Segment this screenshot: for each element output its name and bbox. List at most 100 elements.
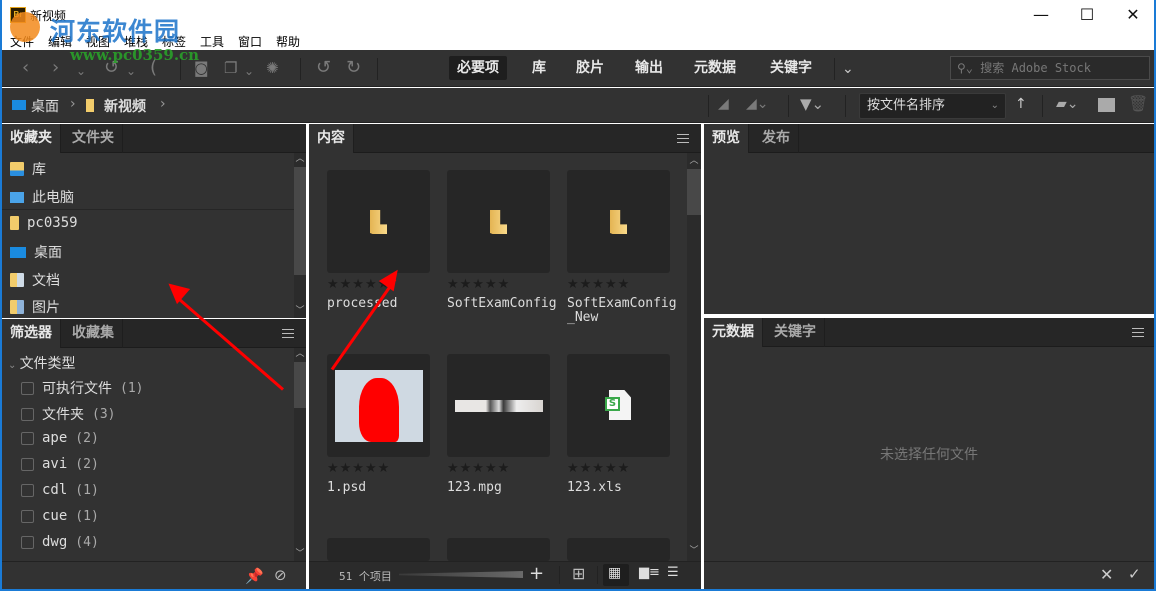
breadcrumb-separator-icon[interactable]: › xyxy=(160,96,166,112)
filter-scrollbar[interactable]: ︿ ﹀ xyxy=(294,348,306,561)
rotate-left-icon[interactable]: ↺ xyxy=(316,58,331,78)
thumbnail-partial[interactable] xyxy=(447,538,550,561)
zoom-in-icon[interactable]: + xyxy=(529,563,544,584)
scroll-thumb[interactable] xyxy=(294,167,306,275)
favorite-item-pc0359[interactable]: pc0359 xyxy=(10,215,78,231)
tab-metadata[interactable]: 元数据 xyxy=(704,318,763,347)
scroll-up-icon[interactable]: ︿ xyxy=(294,348,306,360)
scroll-thumb[interactable] xyxy=(687,169,701,215)
scroll-down-icon[interactable]: ﹀ xyxy=(294,305,306,317)
trash-icon[interactable]: 🗑 xyxy=(1128,94,1148,114)
tab-publish[interactable]: 发布 xyxy=(754,124,799,153)
filter-row[interactable]: 文件夹 (3) xyxy=(21,404,115,424)
recent-dropdown-icon[interactable]: ⌄ xyxy=(76,61,86,81)
sort-ascending-icon[interactable]: ↑ xyxy=(1015,94,1027,114)
checkbox[interactable] xyxy=(21,381,34,395)
tab-preview[interactable]: 预览 xyxy=(704,124,749,153)
checkbox[interactable] xyxy=(21,483,34,497)
rating-stars[interactable]: ★★★★★ xyxy=(327,461,390,476)
apply-icon[interactable]: ✓ xyxy=(1128,565,1141,583)
minimize-button[interactable]: — xyxy=(1018,0,1064,30)
workspace-tab-keywords[interactable]: 关键字 xyxy=(762,56,820,80)
close-window-button[interactable]: ✕ xyxy=(1110,0,1156,30)
thumbnail-size-slider[interactable] xyxy=(399,571,523,578)
filter-row[interactable]: cue (1) xyxy=(21,508,99,524)
thumbnail-folder[interactable] xyxy=(567,170,670,273)
tab-folders[interactable]: 文件夹 xyxy=(64,124,123,153)
checkbox[interactable] xyxy=(21,535,34,549)
breadcrumb-current-folder[interactable]: 新视频 xyxy=(104,96,146,116)
rotate-right-icon[interactable]: ↻ xyxy=(346,58,361,78)
rating-stars[interactable]: ★★★★★ xyxy=(447,277,510,292)
scroll-up-icon[interactable]: ︿ xyxy=(294,153,306,165)
checkbox[interactable] xyxy=(21,407,34,421)
cancel-icon[interactable]: ✕ xyxy=(1100,565,1113,584)
favorite-item-library[interactable]: 库 xyxy=(10,159,46,179)
back-icon[interactable]: ‹ xyxy=(22,58,29,78)
menu-window[interactable]: 窗口 xyxy=(238,33,262,50)
thumbnail-quality-icon[interactable]: ◢⌄ xyxy=(746,94,769,114)
workspace-tab-essentials[interactable]: 必要项 xyxy=(449,56,507,80)
panel-menu-icon[interactable] xyxy=(1132,328,1144,337)
open-recent-icon[interactable]: ▰⌄ xyxy=(1056,94,1079,114)
refine-icon[interactable]: ❐ xyxy=(224,58,237,78)
new-folder-icon[interactable] xyxy=(1098,98,1115,112)
photo-downloader-icon[interactable]: ✺ xyxy=(266,58,279,78)
checkbox[interactable] xyxy=(21,509,34,523)
thumbnail-spreadsheet[interactable]: S xyxy=(567,354,670,457)
favorite-item-documents[interactable]: 文档 xyxy=(10,270,60,290)
tab-filter[interactable]: 筛选器 xyxy=(2,319,61,348)
quality-icon[interactable]: ◢ xyxy=(718,94,729,114)
details-view-icon[interactable]: ▆≡ xyxy=(639,565,660,580)
rating-stars[interactable]: ★★★★★ xyxy=(567,461,630,476)
refine-dropdown-icon[interactable]: ⌄ xyxy=(244,61,254,81)
view-thumbnails-button[interactable]: ▦ xyxy=(603,564,629,586)
favorite-item-pictures[interactable]: 图片 xyxy=(10,297,60,317)
checkbox[interactable] xyxy=(21,431,34,445)
tab-keywords[interactable]: 关键字 xyxy=(766,318,825,347)
content-scrollbar[interactable]: ︿ ﹀ xyxy=(687,153,701,561)
thumbnail-partial[interactable] xyxy=(327,538,430,561)
rating-stars[interactable]: ★★★★★ xyxy=(447,461,510,476)
panel-menu-icon[interactable] xyxy=(677,134,689,143)
checkbox[interactable] xyxy=(21,457,34,471)
list-view-icon[interactable]: ☰ xyxy=(667,565,679,580)
clear-filter-icon[interactable]: ⊘ xyxy=(274,566,287,584)
grid-lock-icon[interactable]: ⊞ xyxy=(572,564,585,583)
workspace-tab-output[interactable]: 输出 xyxy=(627,56,671,80)
menu-tools[interactable]: 工具 xyxy=(200,33,224,50)
breadcrumb-desktop[interactable]: 桌面 xyxy=(31,96,59,116)
rating-stars[interactable]: ★★★★★ xyxy=(567,277,630,292)
workspace-tab-filmstrip[interactable]: 胶片 xyxy=(568,56,612,80)
workspace-tab-libraries[interactable]: 库 xyxy=(524,56,554,80)
scroll-down-icon[interactable]: ﹀ xyxy=(688,545,700,557)
tab-collections[interactable]: 收藏集 xyxy=(64,319,123,348)
thumbnail-folder[interactable] xyxy=(447,170,550,273)
filter-group-file-type[interactable]: ⌄ 文件类型 xyxy=(8,353,76,373)
thumbnail-folder[interactable] xyxy=(327,170,430,273)
scroll-down-icon[interactable]: ﹀ xyxy=(294,548,306,560)
scroll-up-icon[interactable]: ︿ xyxy=(688,155,700,167)
filter-rating-icon[interactable]: ▼⌄ xyxy=(800,94,824,114)
tab-content[interactable]: 内容 xyxy=(309,124,354,153)
forward-icon[interactable]: › xyxy=(52,58,59,78)
stock-search-input[interactable]: ⚲⌄ 搜索 Adobe Stock xyxy=(950,56,1150,80)
tab-favorites[interactable]: 收藏夹 xyxy=(2,124,61,153)
favorite-item-desktop[interactable]: 桌面 xyxy=(10,242,62,262)
workspace-tab-metadata[interactable]: 元数据 xyxy=(686,56,744,80)
filter-row[interactable]: ape (2) xyxy=(21,430,99,446)
thumbnail-partial[interactable] xyxy=(567,538,670,561)
filter-row[interactable]: cdl (1) xyxy=(21,482,99,498)
scroll-thumb[interactable] xyxy=(294,362,306,408)
pin-icon[interactable]: 📌 xyxy=(245,567,264,585)
filter-row[interactable]: 可执行文件 (1) xyxy=(21,378,143,398)
maximize-button[interactable]: ☐ xyxy=(1064,0,1110,30)
history-dropdown-icon[interactable]: ⌄ xyxy=(126,61,136,81)
panel-menu-icon[interactable] xyxy=(282,329,294,338)
menu-help[interactable]: 帮助 xyxy=(276,33,300,50)
more-workspaces-icon[interactable]: ⌄ xyxy=(842,59,854,79)
favorite-item-this-pc[interactable]: 此电脑 xyxy=(10,187,74,207)
filter-row[interactable]: avi (2) xyxy=(21,456,99,472)
sort-select[interactable]: 按文件名排序 ⌄ xyxy=(859,93,1006,119)
thumbnail-image[interactable] xyxy=(327,354,430,457)
